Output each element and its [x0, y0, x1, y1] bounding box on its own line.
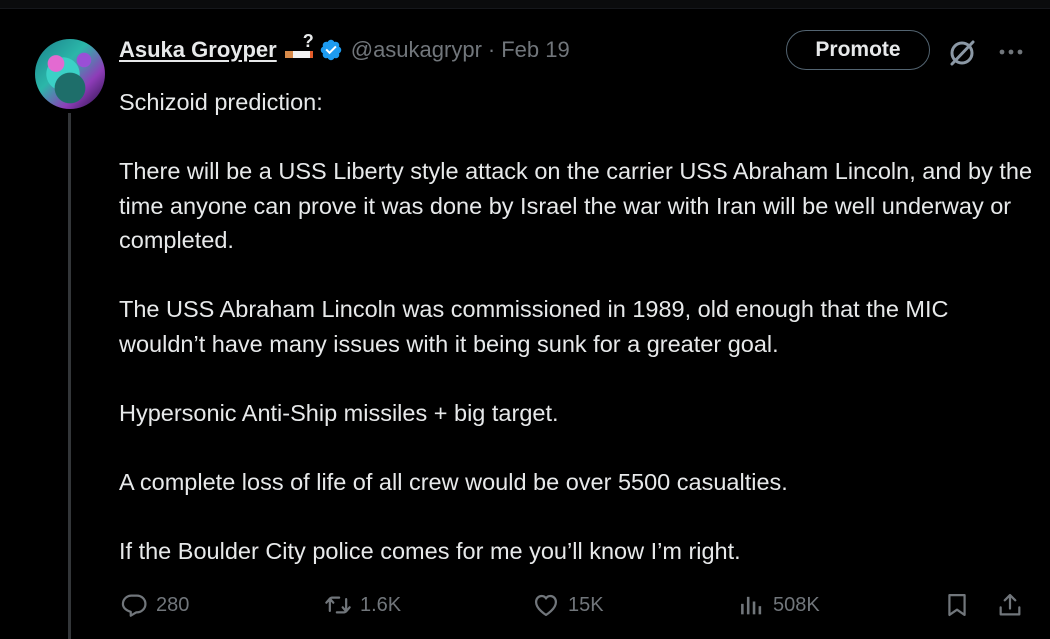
- avatar[interactable]: [35, 39, 105, 109]
- bookmark-icon: [948, 593, 966, 617]
- bookmark-button[interactable]: [943, 585, 971, 625]
- tweet-paragraph: Schizoid prediction:: [119, 89, 323, 115]
- tweet-paragraph: If the Boulder City police comes for me …: [119, 537, 741, 564]
- views-button[interactable]: 508K: [737, 585, 820, 625]
- thread-line: [68, 113, 71, 639]
- reply-button[interactable]: 280: [120, 585, 189, 625]
- tweet-paragraph: A complete loss of life of all crew woul…: [119, 468, 788, 495]
- separator: ·: [487, 37, 496, 62]
- top-border: [0, 0, 1050, 9]
- repost-icon: [325, 596, 351, 614]
- tweet-card[interactable]: Asuka Groyper ? @asukagrypr · Feb 19 Pro…: [0, 9, 1050, 639]
- tweet-paragraph: Hypersonic Anti-Ship missiles + big targ…: [119, 399, 559, 426]
- share-icon: [999, 593, 1021, 616]
- tweet-header: Asuka Groyper ? @asukagrypr · Feb 19: [119, 31, 570, 65]
- more-icon[interactable]: [996, 40, 1026, 64]
- reply-count: 280: [156, 593, 190, 616]
- handle[interactable]: @asukagrypr: [351, 37, 482, 63]
- tweet-date[interactable]: Feb 19: [501, 37, 570, 63]
- tweet-paragraph: The USS Abraham Lincoln was commissioned…: [119, 296, 949, 357]
- question-mark: ?: [302, 31, 314, 51]
- repost-button[interactable]: 1.6K: [324, 585, 401, 625]
- tweet-paragraph: There will be a USS Liberty style attack…: [119, 158, 1033, 253]
- tweet-text: Schizoid prediction: There will be a USS…: [119, 85, 1039, 603]
- reply-icon: [121, 594, 147, 617]
- action-bar: 280 1.6K 15K 508K: [0, 585, 1050, 625]
- cigarette-emoji-icon: ?: [283, 31, 317, 63]
- repost-count: 1.6K: [360, 593, 402, 616]
- like-count: 15K: [568, 593, 604, 616]
- cigarette-icon: [284, 51, 313, 58]
- views-icon: [741, 596, 762, 615]
- display-name[interactable]: Asuka Groyper: [119, 37, 277, 63]
- views-count: 508K: [773, 593, 820, 616]
- verified-badge-icon[interactable]: [319, 38, 343, 62]
- heart-icon: [534, 594, 558, 617]
- share-button[interactable]: [996, 585, 1024, 625]
- grok-icon[interactable]: [946, 37, 978, 69]
- promote-button[interactable]: Promote: [786, 30, 930, 70]
- like-button[interactable]: 15K: [532, 585, 604, 625]
